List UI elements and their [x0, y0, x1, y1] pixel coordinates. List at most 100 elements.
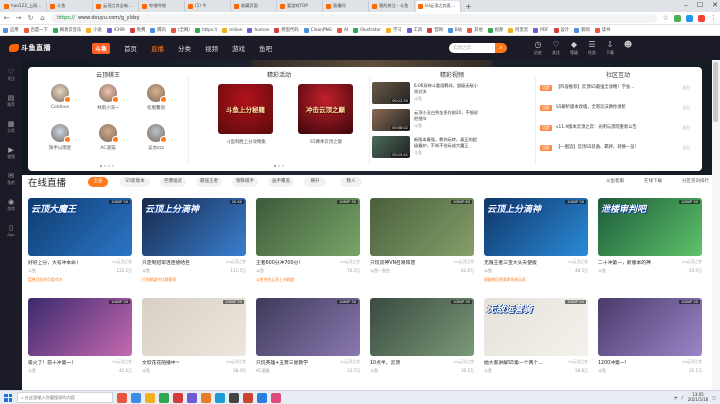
right-link[interactable]: 在线下载 — [644, 177, 662, 187]
live-card[interactable]: 1080P 30 王者600分冲700分! lol云顶之弈 斗鱼 76.3万 斗鱼合作云顶… — [256, 198, 360, 293]
url-input[interactable]: https://www.douyu.com/g_yldzy — [51, 13, 657, 23]
video-item[interactable]: 00:15:41 新版本最强，教你玩转，真正的超级霸炉，不知不觉玩成大魔王 斗鱼 — [372, 136, 522, 160]
anchor-item[interactable]: AC遥猫 — [91, 124, 125, 151]
right-link[interactable]: 斗鱼客服 — [606, 177, 624, 187]
bookmark-item[interactable]: 百度一下 — [23, 27, 48, 33]
anchor-item[interactable]: 初凰馨语 — [139, 84, 173, 111]
bookmark-star-icon[interactable]: ☆ — [662, 14, 669, 22]
browser-tab[interactable]: 爱游戏TOP — [278, 0, 323, 12]
taskbar-app-icon[interactable] — [173, 392, 183, 403]
community-item[interactable]: 话题 【阵容推荐】云顶S5最强全攻略！学会... 近日 — [540, 82, 690, 98]
nav-item[interactable]: 直播 — [151, 43, 164, 53]
live-card[interactable]: 1080P 60 只玩双神VN召唤阵营 lol云顶之弈 斗鱼一直在 61.6万 — [370, 198, 474, 293]
nav-item[interactable]: 分类 — [178, 43, 191, 53]
sidebar-item-recommend[interactable]: ▤ 推荐 — [0, 94, 22, 108]
close-icon[interactable]: ✕ — [712, 1, 718, 9]
live-card[interactable]: 1080P 30 吸火了！前十冲第一！ lol云顶之弈 斗鱼 41.0万 — [28, 298, 132, 388]
bookmark-item[interactable]: 免费 — [129, 27, 145, 33]
bookmark-item[interactable]: 4399 — [106, 27, 125, 33]
filter-chip[interactable]: 颗人 — [340, 177, 362, 187]
home-icon[interactable]: ⌂ — [39, 14, 46, 22]
bookmark-item[interactable]: 网易云音乐 — [52, 27, 81, 33]
search-input[interactable]: 云顶之弈 — [449, 43, 495, 53]
browser-tab[interactable]: 我的关注 - 斗鱼 — [370, 0, 415, 12]
sidebar-item-yuba[interactable]: ✉ 鱼吧 — [0, 172, 22, 186]
live-card[interactable]: 1080P 30 只玩英雄+五费三星教学 lol云顶之弈 AC遥猫 33.7万 — [256, 298, 360, 388]
taskbar-app-icon[interactable] — [117, 392, 127, 403]
task-icon[interactable]: ☰ 任务 — [584, 40, 600, 56]
bookmark-item[interactable]: 读书 — [594, 27, 610, 33]
bookmark-item[interactable]: human — [247, 27, 269, 33]
follow-icon[interactable]: ♡ 关注 — [548, 40, 564, 56]
anchor-item[interactable]: Coldove — [43, 84, 77, 110]
browser-tab[interactable]: hao123_上网从这里开始 — [2, 0, 47, 12]
browser-tab[interactable]: 哔哩哔哩 — [140, 0, 185, 12]
anchor-item[interactable]: 旗手以南星 — [43, 124, 77, 151]
search-button[interactable]: ⌕ — [495, 43, 507, 53]
maximize-icon[interactable]: ☐ — [697, 1, 703, 9]
user-avatar-icon[interactable]: ☻ — [620, 40, 636, 50]
community-item[interactable]: 话题 【一图流】云顶S5装备、羁绊、转换一览！ 近日 — [540, 142, 690, 158]
taskbar-app-icon[interactable] — [271, 392, 281, 403]
nav-item[interactable]: 游戏 — [232, 43, 245, 53]
filter-chip[interactable]: 巨爆福武 — [160, 177, 186, 187]
carousel-dots[interactable] — [100, 165, 114, 167]
filter-chip[interactable]: 钢铁棋手 — [232, 177, 258, 187]
bookmark-item[interactable]: CleanPNG — [303, 27, 332, 33]
filter-chip[interactable]: 画手覆盖 — [268, 177, 294, 187]
browser-tab[interactable]: 斗鱼 — [48, 0, 93, 12]
bookmark-item[interactable]: Illustrator — [353, 27, 381, 33]
site-logo[interactable]: 斗鱼直播 — [0, 43, 60, 53]
bookmark-item[interactable]: 官网 — [427, 27, 443, 33]
back-icon[interactable]: ← — [3, 14, 10, 22]
forward-icon[interactable]: → — [15, 14, 22, 22]
event-banner[interactable]: 斗鱼上分秘籍 — [218, 84, 273, 134]
taskbar-app-icon[interactable] — [131, 392, 141, 403]
extension-icon[interactable] — [698, 14, 705, 22]
carousel-dots[interactable] — [274, 165, 284, 167]
taskbar-app-icon[interactable] — [257, 392, 267, 403]
browser-tab[interactable]: lol云顶之弈直播_lol云顶之弈 — [416, 0, 461, 12]
menu-icon[interactable]: ⋮ — [710, 14, 717, 22]
browser-tab[interactable]: 收藏页面 — [232, 0, 277, 12]
sidebar-item-game[interactable]: ◉ 游戏 — [0, 198, 22, 212]
nav-item[interactable]: 视频 — [205, 43, 218, 53]
bookmark-item[interactable]: (全网) — [170, 27, 190, 33]
bookmark-item[interactable]: 爬虫代码 — [274, 27, 299, 33]
live-card[interactable]: 1080P 30 泄楼审判吧 二十冲第一，新版本的神 lol云顶之弈 斗鱼 45.0万 — [598, 198, 702, 293]
taskbar-app-icon[interactable] — [145, 392, 155, 403]
bookmark-item[interactable]: 阿里云 — [508, 27, 528, 33]
taskbar-app-icon[interactable] — [159, 392, 169, 403]
bookmark-item[interactable]: 学习 — [386, 27, 402, 33]
community-item[interactable]: 话题 v11.9版本云顶之弈：光明与黑暗重新公告 近日 — [540, 122, 690, 138]
taskbar-app-icon[interactable] — [201, 392, 211, 403]
download-icon[interactable]: ⇩ 下载 — [602, 40, 618, 56]
bookmark-item[interactable]: 设计 — [553, 27, 569, 33]
network-icon[interactable]: ◔ — [674, 395, 678, 400]
notification-icon[interactable]: ▢ — [712, 395, 716, 400]
bookmark-item[interactable]: 新闻 — [574, 27, 590, 33]
live-card[interactable]: 1080P 30 云顶上分滴神 无限王者三宝大头天使版 lol云顶之弈 斗鱼 48.5万刚… — [484, 198, 588, 293]
live-card[interactable]: 1080P 60 无敌运营骑 她大家讲解S5第一个两个… lol云顶之弈 斗鱼 28.8万 — [484, 298, 588, 388]
filter-chip[interactable]: 全部 — [88, 177, 108, 187]
bookmark-item[interactable]: 应用 — [3, 27, 19, 33]
clock[interactable]: 13:05 2021/5/18 — [688, 392, 709, 402]
right-link[interactable]: 分区资讯排行 — [682, 177, 709, 187]
anchor-item[interactable]: 林雨小深~ — [91, 84, 125, 111]
bookmark-item[interactable]: https:// — [194, 27, 217, 33]
anchor-item[interactable]: 吴亦zzz — [139, 124, 173, 151]
live-card[interactable]: 1080P 30 文欣花花陪播中~ lol云顶之弈 斗鱼 38.4万 — [142, 298, 246, 388]
bookmark-item[interactable]: AI — [337, 27, 348, 33]
bookmark-item[interactable]: milian — [222, 27, 242, 33]
live-card[interactable]: 1080P 30 10点半，云顶 lol云顶之弈 斗鱼 30.2万 — [370, 298, 474, 388]
new-tab-icon[interactable]: + — [465, 2, 472, 11]
taskbar-app-icon[interactable] — [215, 392, 225, 403]
live-card[interactable]: 1080P 30 1200冲第一! lol云顶之弈 斗鱼 25.1万 — [598, 298, 702, 388]
extension-icon[interactable] — [686, 14, 693, 22]
bookmark-item[interactable]: B站 — [447, 27, 462, 33]
browser-tab[interactable]: 云顶之弈全新版本 — [94, 0, 139, 12]
taskbar-app-icon[interactable] — [229, 392, 239, 403]
taskbar-app-icon[interactable] — [243, 392, 253, 403]
scrollbar-thumb[interactable] — [713, 62, 718, 122]
sidebar-item-follow[interactable]: ♡ 关注 — [0, 68, 22, 82]
